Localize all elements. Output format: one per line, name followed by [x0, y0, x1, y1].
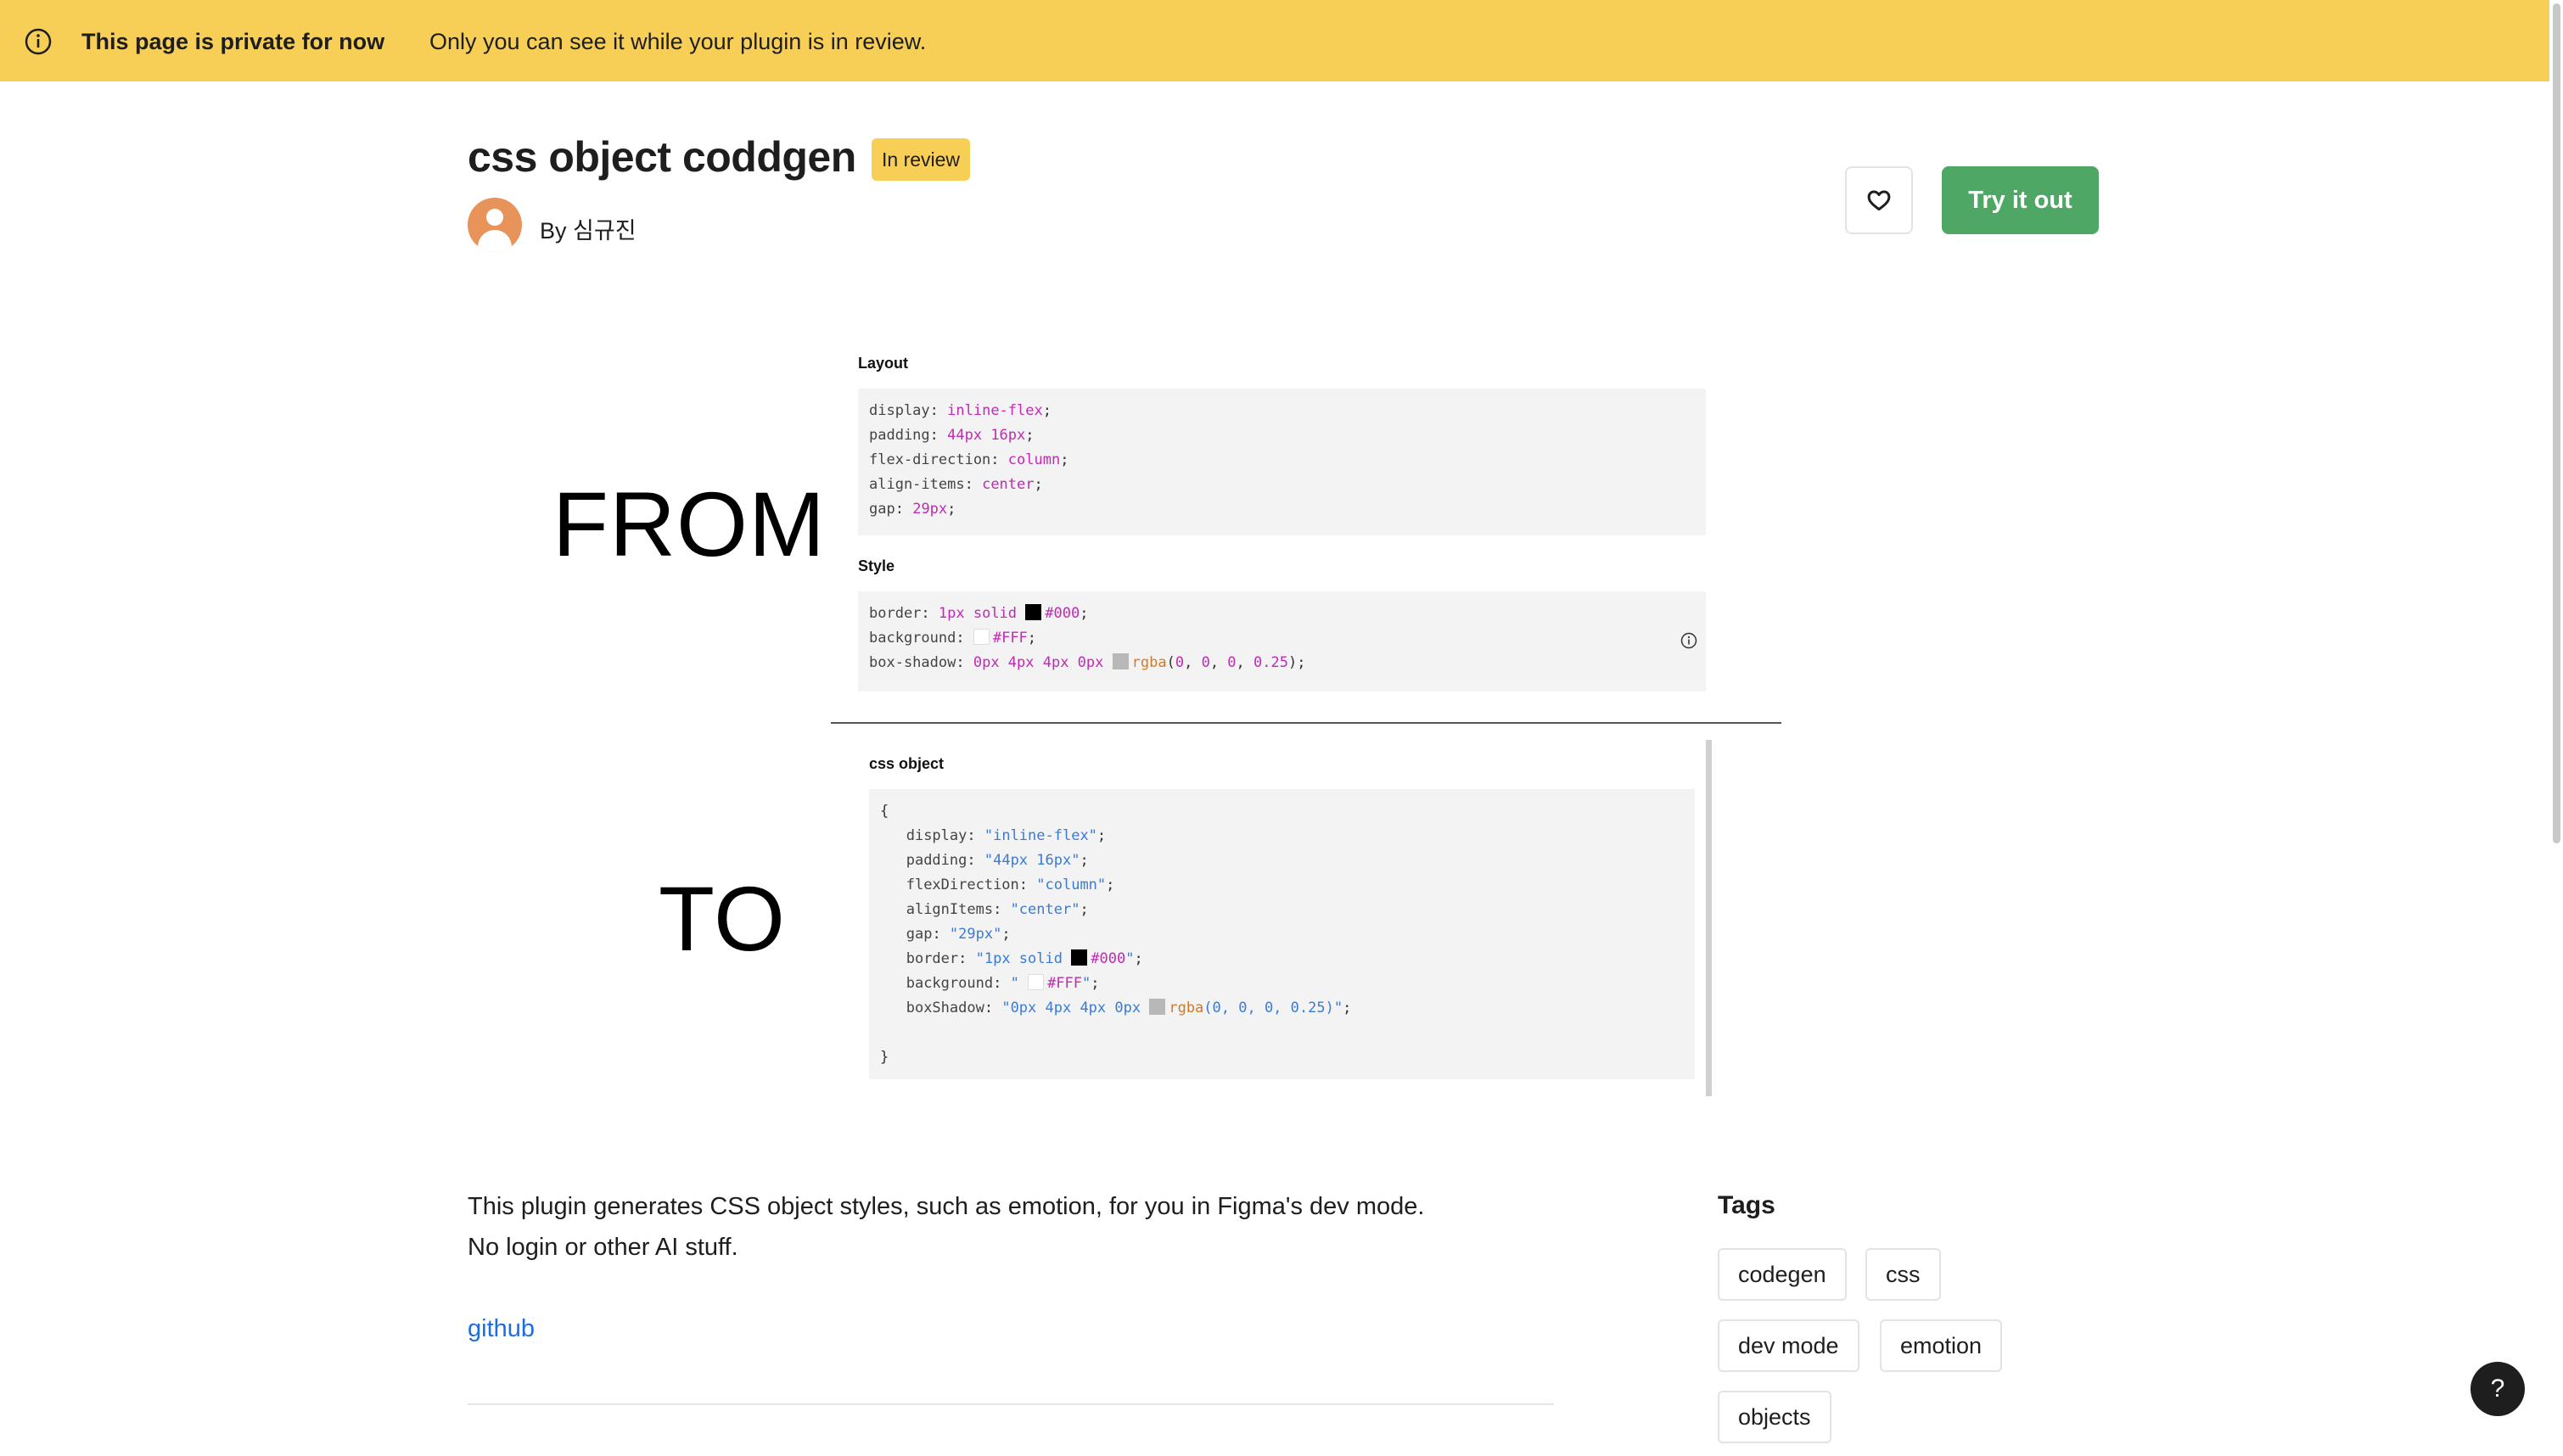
help-button[interactable]: ?	[2470, 1362, 2525, 1416]
tag-emotion[interactable]: emotion	[1880, 1319, 2003, 1372]
tag-codegen[interactable]: codegen	[1718, 1248, 1847, 1301]
css-object-code-block: { display: "inline-flex"; padding: "44px…	[869, 789, 1695, 1079]
layout-code-block: display: inline-flex; padding: 44px 16px…	[858, 389, 1706, 535]
private-banner: This page is private for now Only you ca…	[0, 0, 2549, 81]
cover-from-text: FROM	[552, 473, 826, 575]
banner-message: Only you can see it while your plugin is…	[429, 29, 927, 54]
github-link[interactable]: github	[468, 1315, 535, 1343]
scrollbar-thumb[interactable]	[2553, 3, 2560, 843]
section-divider	[468, 1403, 1554, 1405]
style-section-label: Style	[858, 557, 895, 574]
description-line-1: This plugin generates CSS object styles,…	[468, 1193, 1425, 1220]
tag-css[interactable]: css	[1865, 1248, 1941, 1301]
plugin-title: css object coddgen	[468, 133, 856, 181]
favorite-button[interactable]	[1845, 166, 1913, 234]
tag-dev-mode[interactable]: dev mode	[1718, 1319, 1859, 1372]
css-object-section-label: css object	[869, 755, 945, 772]
cover-divider	[831, 722, 1781, 724]
style-code-block: border: 1px solid #000; background: #FFF…	[858, 591, 1706, 692]
try-it-out-button[interactable]: Try it out	[1942, 166, 2099, 234]
author-name[interactable]: By 심규진	[540, 212, 637, 245]
description-line-2: No login or other AI stuff.	[468, 1234, 738, 1261]
info-icon	[25, 28, 52, 55]
code-scroll-rule	[1706, 740, 1712, 1096]
scrollbar[interactable]	[2549, 0, 2563, 1456]
cover-to-text: TO	[659, 867, 787, 970]
heart-icon	[1867, 190, 1891, 211]
tags-heading: Tags	[1718, 1191, 1775, 1219]
info-icon	[1680, 632, 1697, 649]
tag-objects[interactable]: objects	[1718, 1391, 1831, 1443]
status-badge: In review	[872, 138, 971, 181]
layout-section-label: Layout	[858, 355, 909, 372]
banner-title: This page is private for now	[81, 29, 385, 54]
avatar[interactable]	[468, 198, 522, 252]
